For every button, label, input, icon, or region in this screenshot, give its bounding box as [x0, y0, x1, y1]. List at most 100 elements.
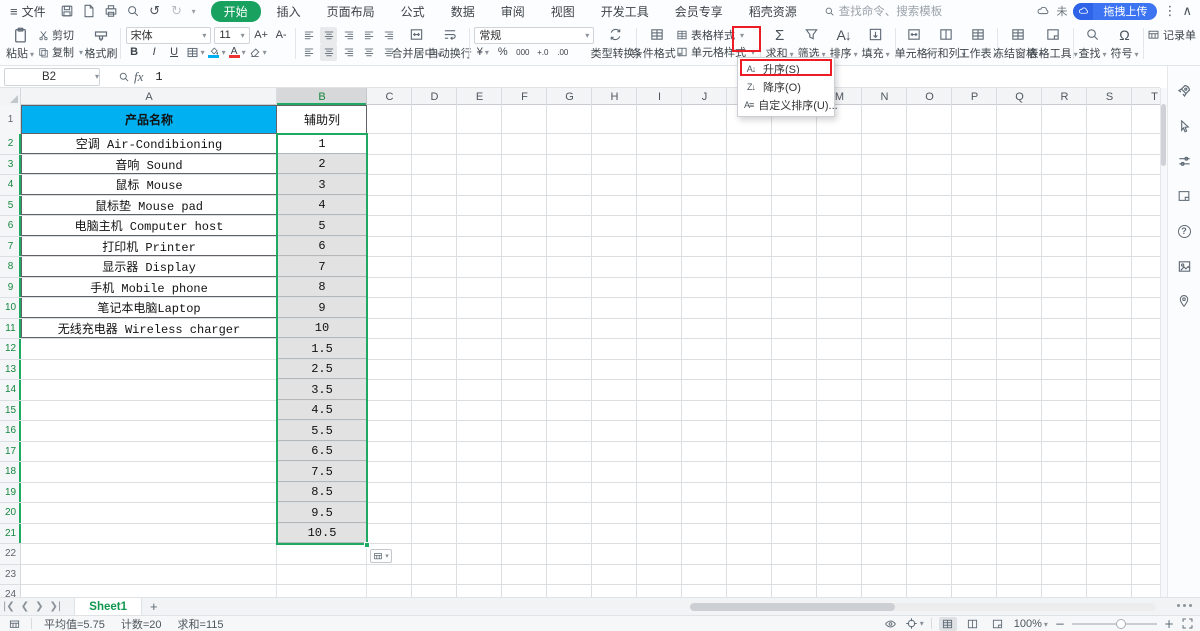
column-header-N[interactable]: N — [862, 88, 907, 105]
menu-tab-5[interactable]: 审阅 — [491, 1, 535, 22]
cell-A20[interactable] — [21, 503, 277, 523]
row-header-2[interactable]: 2 — [0, 134, 21, 154]
align-right-button[interactable] — [340, 44, 357, 61]
row-header-12[interactable]: 12 — [0, 339, 21, 359]
column-header-C[interactable]: C — [367, 88, 412, 105]
cell-B14[interactable]: 3.5 — [277, 380, 367, 400]
name-box[interactable]: B2 — [4, 67, 100, 86]
currency-format-button[interactable]: ¥ — [474, 44, 491, 61]
clear-format-button[interactable] — [249, 44, 267, 61]
cell-A15[interactable] — [21, 401, 277, 421]
row-header-18[interactable]: 18 — [0, 462, 21, 482]
cell-A22[interactable] — [21, 544, 277, 564]
empty-cells[interactable] — [367, 544, 1160, 564]
paste-button[interactable]: 粘贴 — [4, 24, 36, 63]
hamburger-menu-icon[interactable]: ≡ — [10, 4, 18, 19]
column-header-J[interactable]: J — [682, 88, 727, 105]
empty-cells[interactable] — [367, 318, 1160, 338]
add-sheet-button[interactable]: + — [150, 599, 158, 614]
zoom-slider[interactable] — [1071, 618, 1157, 629]
fill-color-button[interactable] — [208, 44, 226, 61]
empty-cells[interactable] — [367, 400, 1160, 420]
column-header-H[interactable]: H — [592, 88, 637, 105]
conditional-format-button[interactable]: 条件格式 — [632, 24, 676, 63]
cell-A7[interactable]: 打印机 Printer — [21, 237, 277, 257]
cell-B11[interactable]: 10 — [277, 318, 367, 338]
first-sheet-icon[interactable]: |❮ — [3, 601, 15, 612]
menu-tab-9[interactable]: 稻壳资源 — [739, 1, 807, 22]
fill-handle[interactable] — [364, 542, 370, 548]
align-center-button[interactable] — [320, 43, 338, 61]
print-icon[interactable] — [100, 3, 122, 19]
underline-button[interactable]: U — [166, 44, 183, 61]
cell-B6[interactable]: 5 — [277, 216, 367, 236]
row-header-19[interactable]: 19 — [0, 482, 21, 502]
row-header-22[interactable]: 22 — [0, 544, 21, 564]
row-header-4[interactable]: 4 — [0, 175, 21, 195]
empty-cells[interactable] — [367, 175, 1160, 195]
empty-cells[interactable] — [367, 421, 1160, 441]
cell-B15[interactable]: 4.5 — [277, 400, 367, 420]
row-header-9[interactable]: 9 — [0, 277, 21, 297]
decrease-decimal-button[interactable]: .00 — [554, 44, 571, 61]
cell-A17[interactable] — [21, 442, 277, 462]
cell-A21[interactable] — [21, 524, 277, 544]
align-left-button[interactable] — [300, 44, 317, 61]
zoom-level-label[interactable]: 100% — [1014, 618, 1048, 630]
zoom-slider-thumb[interactable] — [1115, 618, 1126, 629]
cells-button[interactable]: 单元格 — [895, 24, 930, 63]
normal-view-button[interactable] — [938, 616, 957, 631]
row-header-14[interactable]: 14 — [0, 380, 21, 400]
sheet-tab-sheet1[interactable]: Sheet1 — [74, 597, 142, 616]
empty-cells[interactable] — [367, 441, 1160, 461]
cell-A2[interactable]: 空调 Air-Condibioning — [21, 134, 277, 154]
zoom-out-button[interactable]: − — [1055, 617, 1065, 631]
empty-cells[interactable] — [367, 462, 1160, 482]
find-button[interactable]: 查找 — [1076, 24, 1108, 63]
column-header-F[interactable]: F — [502, 88, 547, 105]
page-layout-view-button[interactable] — [964, 617, 982, 631]
select-all-corner[interactable] — [0, 88, 21, 105]
zoom-in-button[interactable]: + — [1164, 617, 1174, 631]
percent-format-button[interactable]: % — [494, 44, 511, 61]
menu-item-custom-sort[interactable]: A≡ 自定义排序(U)... — [738, 96, 838, 114]
cell-B4[interactable]: 3 — [277, 175, 367, 195]
cell-B21[interactable]: 10.5 — [277, 523, 367, 543]
help-icon[interactable]: ? — [1175, 222, 1193, 240]
justify-button[interactable] — [360, 44, 377, 61]
column-header-O[interactable]: O — [907, 88, 952, 105]
cell-B17[interactable]: 6.5 — [277, 441, 367, 461]
horizontal-scrollbar-thumb[interactable] — [690, 603, 895, 611]
file-menu[interactable]: 文件 — [22, 3, 46, 20]
align-middle-button[interactable] — [320, 26, 338, 44]
undo-icon[interactable]: ↺ — [144, 3, 166, 19]
cell-A23[interactable] — [21, 565, 277, 585]
menu-tab-6[interactable]: 视图 — [541, 1, 585, 22]
cell-A5[interactable]: 鼠标垫 Mouse pad — [21, 196, 277, 216]
cell-B22[interactable] — [277, 544, 367, 564]
cloud-sync-icon[interactable] — [1036, 5, 1050, 17]
cell-A1[interactable]: 产品名称 — [21, 105, 277, 134]
cell-B1[interactable]: 辅助列 — [277, 105, 367, 134]
cell-B13[interactable]: 2.5 — [277, 359, 367, 379]
record-form-button[interactable]: 记录单 — [1147, 24, 1196, 42]
column-header-R[interactable]: R — [1042, 88, 1087, 105]
borders-button[interactable] — [186, 44, 205, 61]
empty-cells[interactable] — [367, 216, 1160, 236]
row-header-6[interactable]: 6 — [0, 216, 21, 236]
increase-font-button[interactable]: A+ — [253, 27, 270, 44]
column-header-Q[interactable]: Q — [997, 88, 1042, 105]
cell-A12[interactable] — [21, 339, 277, 359]
table-tools-button[interactable]: 表格工具 — [1028, 24, 1072, 63]
worksheet-button[interactable]: 工作表 — [959, 24, 994, 63]
command-search[interactable]: 查找命令、搜索模板 — [824, 3, 942, 19]
save-icon[interactable] — [56, 3, 78, 19]
cell-A14[interactable] — [21, 380, 277, 400]
decrease-indent-button[interactable] — [360, 27, 377, 44]
empty-cells[interactable] — [367, 359, 1160, 379]
symbol-button[interactable]: Ω 符号 — [1108, 24, 1140, 63]
column-header-B[interactable]: B — [277, 88, 367, 105]
export-icon[interactable] — [78, 3, 100, 19]
column-header-I[interactable]: I — [637, 88, 682, 105]
increase-indent-button[interactable] — [380, 27, 397, 44]
